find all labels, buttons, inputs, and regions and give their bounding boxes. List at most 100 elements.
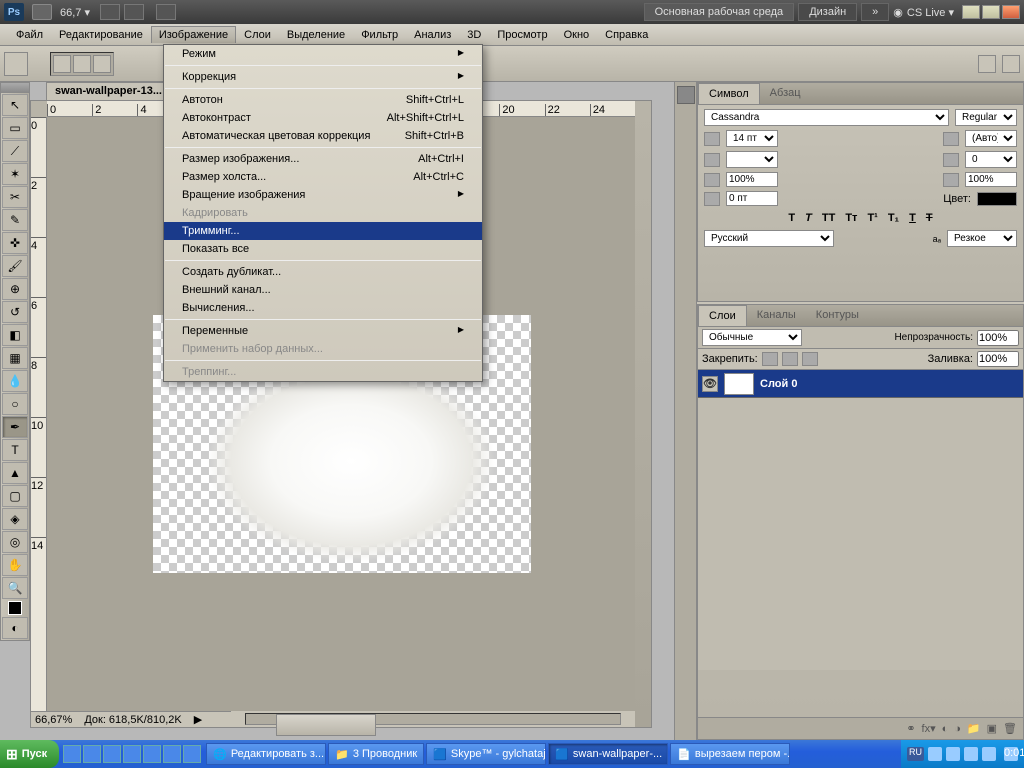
marquee-tool-icon[interactable]: ▭ xyxy=(2,117,28,139)
hscale-input[interactable] xyxy=(965,172,1017,187)
arrange-icon-2[interactable] xyxy=(124,4,144,20)
wand-tool-icon[interactable]: ✶ xyxy=(2,163,28,185)
allcaps-icon[interactable]: TT xyxy=(820,212,837,224)
mini-panel-icon[interactable] xyxy=(677,86,695,104)
layer-thumbnail[interactable] xyxy=(724,373,754,395)
tab-character[interactable]: Символ xyxy=(698,83,760,104)
leading-input[interactable]: (Авто) xyxy=(965,130,1017,147)
dodge-tool-icon[interactable]: ○ xyxy=(2,393,28,415)
menu-help[interactable]: Справка xyxy=(597,26,656,44)
ql-icon[interactable] xyxy=(103,745,121,763)
vscale-input[interactable] xyxy=(726,172,778,187)
superscript-icon[interactable]: T¹ xyxy=(865,212,879,224)
path-select-tool-icon[interactable]: ▲ xyxy=(2,462,28,484)
pen-tool-icon[interactable]: ✒ xyxy=(2,416,28,438)
mask-icon[interactable]: ◐ xyxy=(942,723,949,735)
menu-window[interactable]: Окно xyxy=(556,26,598,44)
menu-select[interactable]: Выделение xyxy=(279,26,353,44)
tray-icon[interactable] xyxy=(946,747,960,761)
text-color-swatch[interactable] xyxy=(977,192,1017,206)
ql-icon[interactable] xyxy=(123,745,141,763)
menu-variables[interactable]: Переменные xyxy=(164,322,482,340)
new-layer-icon[interactable]: ▣ xyxy=(987,722,997,735)
menu-applyimage[interactable]: Внешний канал... xyxy=(164,281,482,299)
menu-imagesize[interactable]: Размер изображения...Alt+Ctrl+I xyxy=(164,150,482,168)
menu-adjustments[interactable]: Коррекция xyxy=(164,68,482,86)
font-size-input[interactable]: 14 пт xyxy=(726,130,778,147)
ql-icon[interactable] xyxy=(63,745,81,763)
zoom-level[interactable]: 66,7 ▾ xyxy=(60,6,90,19)
brush-tool-icon[interactable]: 🖌 xyxy=(2,255,28,277)
minimize-button[interactable] xyxy=(962,5,980,19)
foreground-swatch[interactable] xyxy=(8,601,22,615)
layer-item[interactable]: 👁 Слой 0 xyxy=(698,370,1023,398)
workspace-more[interactable]: » xyxy=(861,3,889,21)
menu-canvassize[interactable]: Размер холста...Alt+Ctrl+C xyxy=(164,168,482,186)
stamp-tool-icon[interactable]: ⊕ xyxy=(2,278,28,300)
lock-all-icon[interactable] xyxy=(802,352,818,366)
menu-view[interactable]: Просмотр xyxy=(489,26,555,44)
document-tab[interactable]: swan-wallpaper-13... xyxy=(46,82,171,100)
ql-icon[interactable] xyxy=(163,745,181,763)
ql-icon[interactable] xyxy=(83,745,101,763)
strike-icon[interactable]: T xyxy=(924,212,935,224)
tray-icon[interactable] xyxy=(964,747,978,761)
tray-lang[interactable]: RU xyxy=(907,747,924,761)
subscript-icon[interactable]: T₁ xyxy=(886,212,901,224)
close-button[interactable] xyxy=(1002,5,1020,19)
lock-position-icon[interactable] xyxy=(782,352,798,366)
menu-filter[interactable]: Фильтр xyxy=(353,26,406,44)
3d-tool-icon[interactable]: ◈ xyxy=(2,508,28,530)
tray-icon[interactable] xyxy=(928,747,942,761)
hand-tool-icon[interactable]: ✋ xyxy=(2,554,28,576)
language-select[interactable]: Русский xyxy=(704,230,834,247)
menu-autocolor[interactable]: Автоматическая цветовая коррекцияShift+C… xyxy=(164,127,482,145)
layer-name[interactable]: Слой 0 xyxy=(760,378,797,390)
menu-image[interactable]: Изображение xyxy=(151,26,236,43)
eyedropper-tool-icon[interactable]: ✎ xyxy=(2,209,28,231)
menu-calculations[interactable]: Вычисления... xyxy=(164,299,482,317)
visibility-eye-icon[interactable]: 👁 xyxy=(702,376,718,392)
scrollbar-horizontal[interactable] xyxy=(231,711,635,727)
opt-icon-r1[interactable] xyxy=(978,55,996,73)
group-icon[interactable]: 📁 xyxy=(967,722,981,735)
task-chrome[interactable]: 🌐Редактировать з... xyxy=(206,743,326,765)
tab-paths[interactable]: Контуры xyxy=(806,305,869,326)
lock-pixels-icon[interactable] xyxy=(762,352,778,366)
antialias-select[interactable]: Резкое xyxy=(947,230,1017,247)
font-family-select[interactable]: Cassandra xyxy=(704,109,949,126)
screen-mode-icon[interactable] xyxy=(156,4,176,20)
smallcaps-icon[interactable]: Tᴛ xyxy=(843,212,859,224)
menu-edit[interactable]: Редактирование xyxy=(51,26,151,44)
ql-icon[interactable] xyxy=(183,745,201,763)
eraser-tool-icon[interactable]: ◧ xyxy=(2,324,28,346)
menu-file[interactable]: Файл xyxy=(8,26,51,44)
zoom-tool-icon[interactable]: 🔍 xyxy=(2,577,28,599)
opacity-input[interactable] xyxy=(977,330,1019,346)
arrange-icon[interactable] xyxy=(100,4,120,20)
blur-tool-icon[interactable]: 💧 xyxy=(2,370,28,392)
kerning-input[interactable] xyxy=(726,151,778,168)
tray-icon[interactable] xyxy=(982,747,996,761)
history-brush-tool-icon[interactable]: ↺ xyxy=(2,301,28,323)
menu-mode[interactable]: Режим xyxy=(164,45,482,63)
menu-trim[interactable]: Тримминг... xyxy=(164,222,482,240)
status-zoom[interactable]: 66,67% xyxy=(35,714,72,726)
path-op-2[interactable] xyxy=(73,55,91,73)
task-word[interactable]: 📄вырезаем пером -... xyxy=(670,743,790,765)
status-docsize[interactable]: Док: 618,5K/810,2K xyxy=(84,714,181,726)
toolbox-handle[interactable] xyxy=(1,83,29,93)
cs-live-button[interactable]: ◉CS Live ▾ xyxy=(893,6,954,19)
tab-paragraph[interactable]: Абзац xyxy=(760,83,811,104)
start-button[interactable]: Пуск xyxy=(0,740,59,768)
italic-icon[interactable]: T xyxy=(803,212,814,224)
bold-icon[interactable]: T xyxy=(786,212,797,224)
task-photoshop[interactable]: 🟦swan-wallpaper-... xyxy=(548,743,668,765)
blend-mode-select[interactable]: Обычные xyxy=(702,329,802,346)
path-op-1[interactable] xyxy=(53,55,71,73)
menu-autotone[interactable]: АвтотонShift+Ctrl+L xyxy=(164,91,482,109)
trash-icon[interactable]: 🗑 xyxy=(1003,722,1017,735)
healing-tool-icon[interactable]: ✜ xyxy=(2,232,28,254)
menu-rotation[interactable]: Вращение изображения xyxy=(164,186,482,204)
baseline-input[interactable] xyxy=(726,191,778,206)
